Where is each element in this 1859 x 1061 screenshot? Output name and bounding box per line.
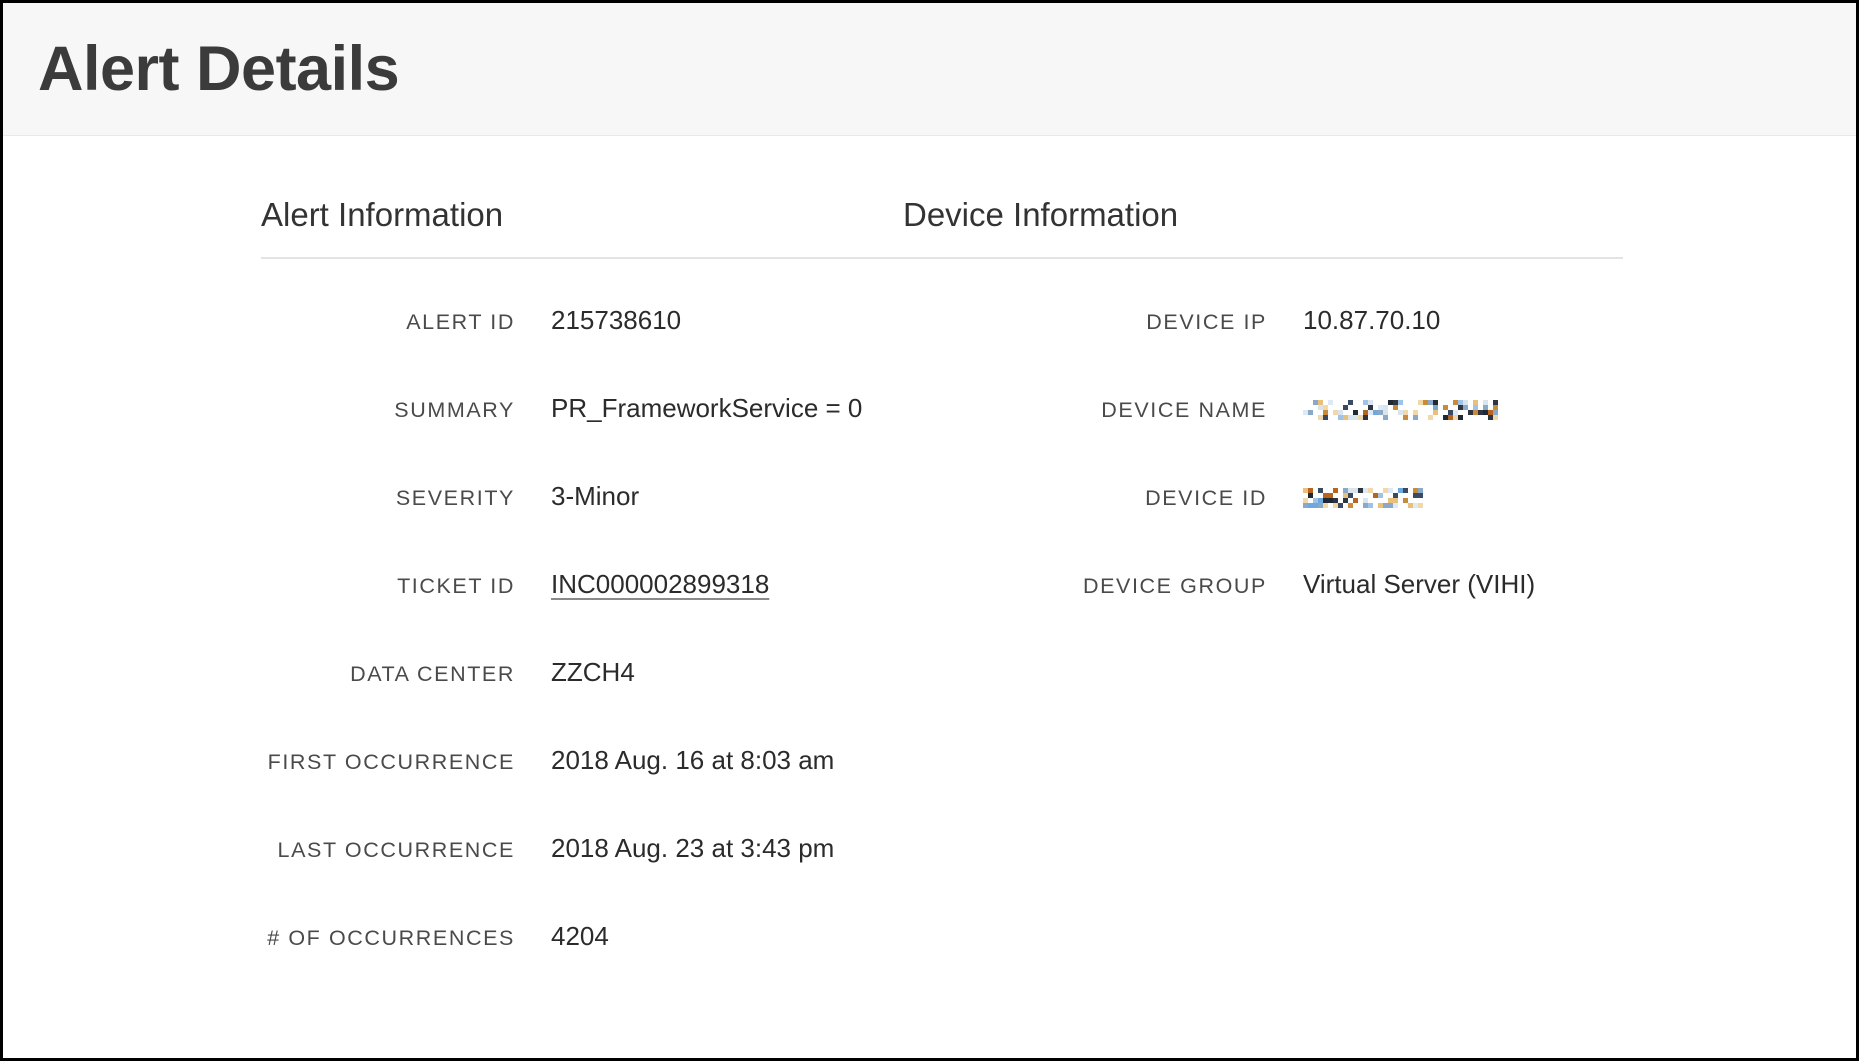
field-label-alert-id: ALERT ID [406, 310, 515, 334]
field-value-first-occurrence: 2018 Aug. 16 at 8:03 am [551, 745, 835, 775]
field-row-last-occurrence: LAST OCCURRENCE 2018 Aug. 23 at 3:43 pm [261, 833, 883, 921]
field-row-data-center: DATA CENTER ZZCH4 [261, 657, 883, 745]
field-label-summary: SUMMARY [394, 398, 515, 422]
field-value-data-center: ZZCH4 [551, 657, 635, 687]
field-label-of-occurrences: # OF OCCURRENCES [267, 926, 515, 950]
field-value-device-group: Virtual Server (VIHI) [1303, 569, 1536, 599]
field-row-device-group: DEVICE GROUP Virtual Server (VIHI) [903, 569, 1783, 657]
page-title: Alert Details [38, 33, 400, 104]
field-row-alert-id: ALERT ID 215738610 [261, 305, 883, 393]
alert-information-fields: ALERT ID 215738610 SUMMARY PR_FrameworkServ… [261, 305, 883, 1009]
field-row-device-name: DEVICE NAME [903, 393, 1783, 481]
alert-details-window: Alert Details Alert Information ALERT ID… [0, 0, 1859, 1061]
alert-information-column: Alert Information ALERT ID 215738610 SUMMA… [3, 196, 1081, 1009]
field-value-device-id [1303, 481, 1425, 512]
device-information-fields: DEVICE IP 10.87.70.10 DEVICE NAME DEVICE ID… [903, 305, 1783, 657]
field-value-summary: PR_FrameworkService = 0 [551, 393, 863, 423]
field-value-severity: 3-Minor [551, 481, 640, 511]
device-information-column: Device Information DEVICE IP 10.87.70.10 D… [883, 198, 1783, 1009]
field-row-summary: SUMMARY PR_FrameworkService = 0 [261, 393, 883, 481]
field-value-last-occurrence: 2018 Aug. 23 at 3:43 pm [551, 833, 835, 863]
field-label-device-id: DEVICE ID [1145, 486, 1267, 510]
field-row-device-id: DEVICE ID [903, 481, 1783, 569]
field-value-alert-id: 215738610 [551, 305, 682, 335]
field-label-device-group: DEVICE GROUP [1082, 574, 1267, 598]
details-content: Alert Information ALERT ID 215738610 SUMMA… [3, 136, 1856, 1009]
field-row-ticket-id: TICKET ID INC000002899318 [261, 569, 883, 657]
field-row-severity: SEVERITY 3-Minor [261, 481, 883, 569]
redacted-value [1303, 399, 1498, 421]
field-label-device-name: DEVICE NAME [1101, 398, 1267, 422]
field-label-first-occurrence: FIRST OCCURRENCE [267, 750, 515, 774]
alert-information-heading: Alert Information [261, 196, 504, 233]
device-information-divider [903, 257, 1623, 259]
field-label-data-center: DATA CENTER [350, 662, 515, 686]
device-information-heading: Device Information [903, 196, 1179, 233]
field-value-ticket-id[interactable]: INC000002899318 [551, 569, 769, 600]
field-row-of-occurrences: # OF OCCURRENCES 4204 [261, 921, 883, 1009]
field-row-first-occurrence: FIRST OCCURRENCE 2018 Aug. 16 at 8:03 am [261, 745, 883, 833]
field-label-device-ip: DEVICE IP [1146, 310, 1267, 334]
field-row-device-ip: DEVICE IP 10.87.70.10 [903, 305, 1783, 393]
field-label-last-occurrence: LAST OCCURRENCE [277, 838, 515, 862]
field-label-ticket-id: TICKET ID [397, 574, 515, 598]
field-value-device-name [1303, 393, 1498, 424]
field-value-device-ip: 10.87.70.10 [1303, 305, 1441, 335]
field-label-severity: SEVERITY [395, 486, 515, 510]
field-value-of-occurrences: 4204 [551, 921, 609, 951]
page-header: Alert Details [3, 3, 1856, 136]
redacted-value [1303, 487, 1425, 509]
